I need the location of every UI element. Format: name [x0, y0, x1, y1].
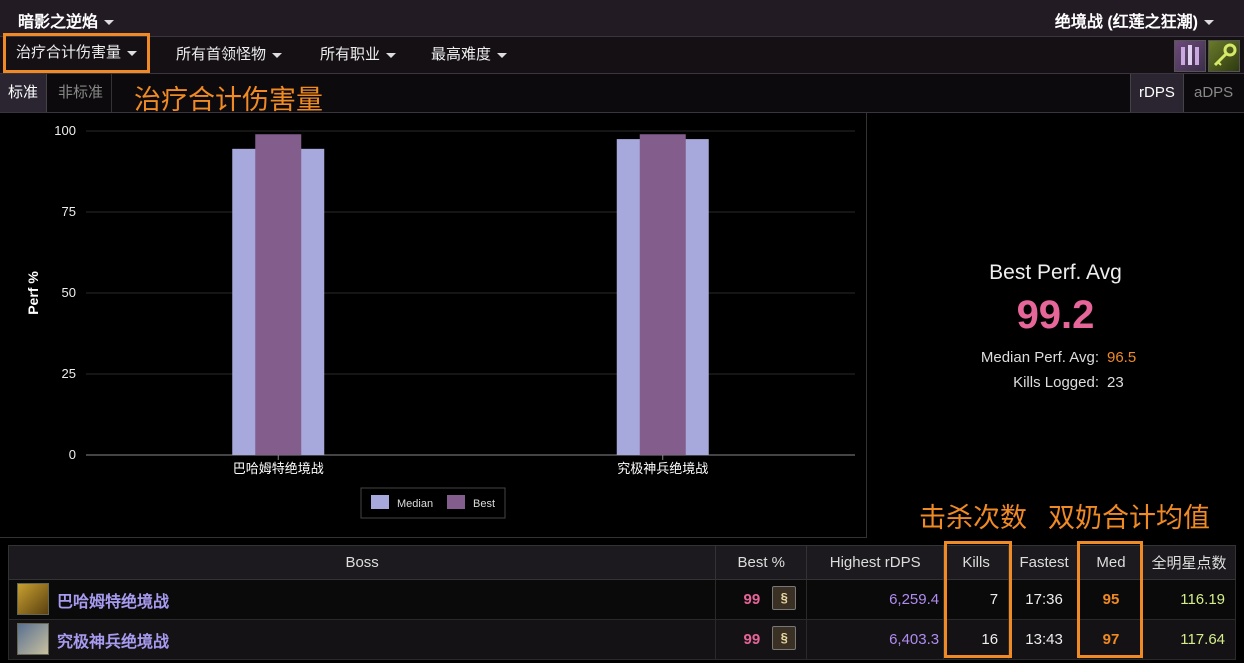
- raid-group-icon[interactable]: [1174, 40, 1206, 72]
- allstar-cell: 117.64: [1142, 619, 1236, 660]
- top-bar: 暗影之逆焰 绝境战 (红莲之狂潮): [0, 0, 1244, 37]
- boss-cell: 巴哈姆特绝境战: [7, 579, 717, 620]
- realm-selector[interactable]: 暗影之逆焰: [18, 8, 115, 32]
- metric-label: 治疗合计伤害量: [16, 44, 122, 61]
- col-med[interactable]: Med: [1079, 545, 1143, 580]
- highest-cell: 6,259.4: [806, 579, 945, 620]
- kills-cell: 7: [943, 579, 1010, 620]
- table-header-row: Boss Best % Highest rDPS Kills Fastest M…: [7, 545, 1236, 580]
- fastest-cell: 13:43: [1008, 619, 1081, 660]
- boss-table: Boss Best % Highest rDPS Kills Fastest M…: [7, 545, 1236, 660]
- chevron-down-icon: [386, 52, 397, 58]
- best-perf-value: 99.2: [1016, 293, 1095, 337]
- col-fastest[interactable]: Fastest: [1008, 545, 1081, 580]
- med-cell: 97: [1079, 619, 1143, 660]
- boss-name-link[interactable]: 究极神兵绝境战: [57, 634, 169, 651]
- median-perf-row: Median Perf. Avg: 96.5: [867, 349, 1136, 366]
- filter-bar: 标准 非标准 治疗合计伤害量 rDPS aDPS: [0, 74, 1244, 115]
- job-filter-label: 所有职业: [320, 46, 381, 63]
- kills-logged-label: Kills Logged:: [1013, 374, 1099, 391]
- y-tick-label: 25: [62, 366, 76, 381]
- legend-label: Best: [473, 498, 495, 510]
- tab-nonstandard[interactable]: 非标准: [50, 74, 113, 112]
- tab-rdps[interactable]: rDPS: [1130, 74, 1184, 112]
- y-tick-label: 0: [69, 447, 76, 462]
- col-allstar[interactable]: 全明星点数: [1142, 545, 1236, 580]
- col-best[interactable]: Best %: [715, 545, 808, 580]
- chevron-down-icon: [1204, 20, 1214, 26]
- table-row: 究极神兵绝境战 99 § 6,403.3 16 13:43 97 117.64: [7, 619, 1236, 660]
- col-kills[interactable]: Kills: [943, 545, 1010, 580]
- metric-dropdown[interactable]: 治疗合计伤害量: [3, 33, 151, 73]
- fastest-cell: 17:36: [1008, 579, 1081, 620]
- chevron-down-icon: [272, 52, 283, 58]
- chevron-down-icon: [497, 52, 508, 58]
- realm-name: 暗影之逆焰: [18, 14, 99, 31]
- allstar-cell: 116.19: [1142, 579, 1236, 620]
- y-tick-label: 50: [62, 285, 76, 300]
- tab-standard[interactable]: 标准: [0, 74, 48, 112]
- median-perf-value: 96.5: [1107, 349, 1137, 366]
- report-icon[interactable]: §: [772, 626, 797, 650]
- col-boss[interactable]: Boss: [7, 545, 717, 580]
- chart-panel: 0 25 50 75 100 Perf % 巴哈姆特绝境战 究极神兵绝境战 Median Best: [0, 113, 867, 538]
- best-percent: 99: [743, 631, 761, 648]
- boss-bahamut-icon: [17, 583, 49, 615]
- x-tick-label: 究极神兵绝境战: [617, 461, 708, 476]
- median-perf-label: Median Perf. Avg:: [980, 349, 1099, 366]
- chevron-down-icon: [104, 20, 115, 26]
- perf-chart: 0 25 50 75 100 Perf % 巴哈姆特绝境战 究极神兵绝境战 Median Best: [25, 123, 855, 519]
- raid-selector[interactable]: 绝境战 (红莲之狂潮): [1055, 8, 1214, 32]
- legend-swatch: [371, 495, 389, 509]
- legend-label: Median: [397, 498, 433, 510]
- kills-logged-value: 23: [1107, 374, 1124, 391]
- boss-weapon-icon: [17, 623, 49, 655]
- kills-annotation: 击杀次数: [919, 503, 1027, 533]
- best-cell: 99 §: [715, 579, 808, 620]
- best-perf-label: Best Perf. Avg: [989, 261, 1122, 284]
- boss-filter-label: 所有首领怪物: [176, 46, 267, 63]
- job-dropdown[interactable]: 所有职业: [320, 37, 397, 73]
- summary-panel: Best Perf. Avg 99.2 Median Perf. Avg: 96.…: [867, 113, 1244, 537]
- med-cell: 95: [1079, 579, 1143, 620]
- boss-dropdown[interactable]: 所有首领怪物: [176, 37, 283, 73]
- tab-adps[interactable]: aDPS: [1186, 74, 1241, 112]
- med-annotation: 双奶合计均值: [1048, 503, 1210, 533]
- bar-best: [639, 134, 686, 456]
- metric-heading: 治疗合计伤害量: [134, 85, 323, 115]
- boss-cell: 究极神兵绝境战: [7, 619, 717, 660]
- menu-bar: 治疗合计伤害量 所有首领怪物 所有职业 最高难度: [0, 33, 1244, 74]
- kills-cell: 16: [943, 619, 1010, 660]
- legend-swatch: [447, 495, 465, 509]
- boss-name-link[interactable]: 巴哈姆特绝境战: [57, 594, 169, 611]
- y-tick-label: 100: [54, 123, 76, 138]
- x-tick-label: 巴哈姆特绝境战: [233, 461, 324, 476]
- highest-cell: 6,403.3: [806, 619, 945, 660]
- key-icon[interactable]: [1208, 40, 1240, 72]
- difficulty-dropdown[interactable]: 最高难度: [431, 37, 508, 73]
- chevron-down-icon: [127, 50, 138, 56]
- bar-best: [255, 134, 302, 456]
- kills-logged-row: Kills Logged: 23: [867, 374, 1124, 391]
- col-highest[interactable]: Highest rDPS: [806, 545, 945, 580]
- raid-name: 绝境战 (红莲之狂潮): [1054, 14, 1198, 31]
- y-tick-label: 75: [62, 204, 76, 219]
- best-cell: 99 §: [715, 619, 808, 660]
- y-axis-label: Perf %: [25, 271, 41, 315]
- report-icon[interactable]: §: [772, 586, 797, 610]
- best-percent: 99: [743, 591, 761, 608]
- difficulty-label: 最高难度: [431, 46, 492, 63]
- table-row: 巴哈姆特绝境战 99 § 6,259.4 7 17:36 95 116.19: [7, 579, 1236, 620]
